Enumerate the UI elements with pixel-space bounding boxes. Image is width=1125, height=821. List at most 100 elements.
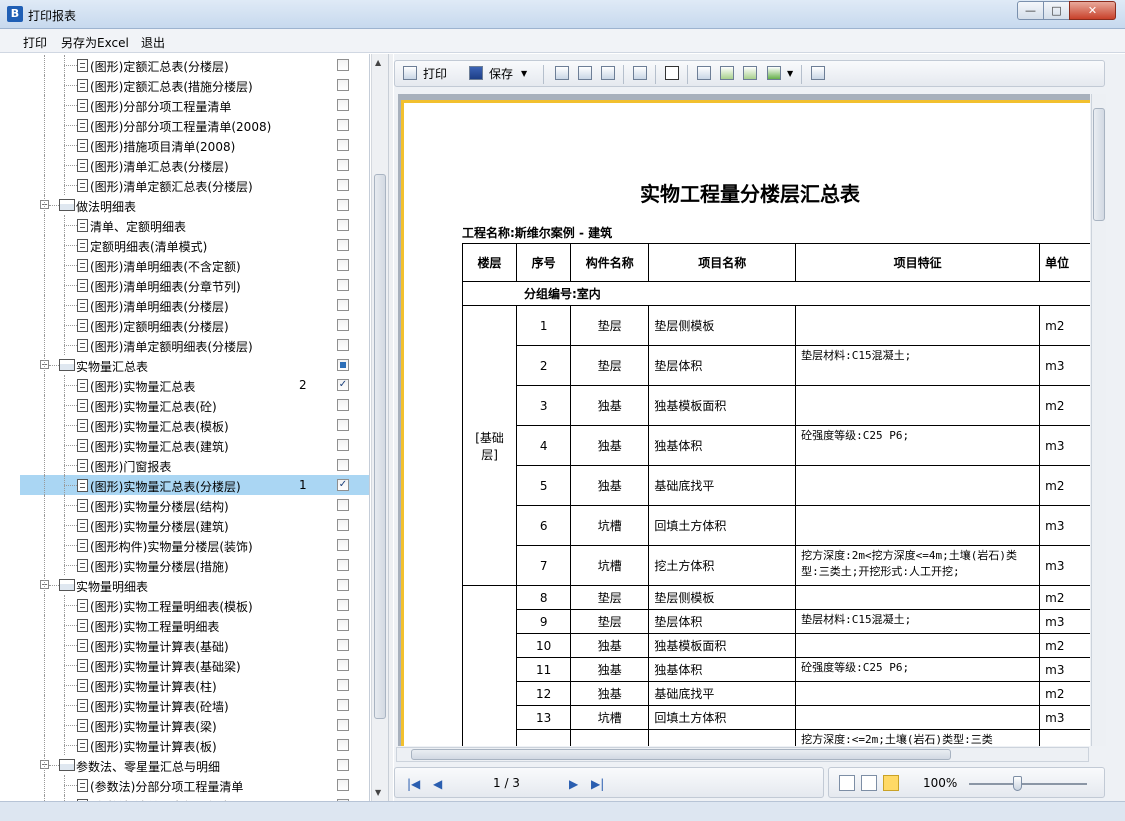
tree-item[interactable]: (图形)实物量计算表(基础) (20, 635, 369, 655)
single-page-icon[interactable] (697, 66, 711, 80)
printer-icon[interactable] (403, 66, 417, 80)
checkbox[interactable] (337, 339, 349, 351)
tree-item[interactable]: (图形)实物量分楼层(建筑) (20, 515, 369, 535)
checkbox[interactable]: ✓ (337, 479, 349, 491)
tree-item[interactable]: (图形)定额汇总表(分楼层) (20, 55, 369, 75)
tree-item[interactable]: (图形)实物量计算表(板) (20, 735, 369, 755)
checkbox[interactable] (337, 699, 349, 711)
checkbox[interactable] (337, 419, 349, 431)
checkbox[interactable] (337, 239, 349, 251)
checkbox[interactable] (337, 399, 349, 411)
minimize-button[interactable]: — (1017, 1, 1044, 20)
checkbox[interactable] (337, 659, 349, 671)
checkbox[interactable] (337, 159, 349, 171)
tree-item[interactable]: (图形)清单汇总表(分楼层) (20, 155, 369, 175)
continuous-view-icon[interactable] (861, 775, 877, 791)
tree-item[interactable]: (图形)实物量汇总表 2 ✓ (20, 375, 369, 395)
tree-item[interactable]: (图形)清单明细表(分楼层) (20, 295, 369, 315)
preview-hscrollbar[interactable] (396, 747, 1089, 762)
checkbox[interactable] (337, 599, 349, 611)
checkbox[interactable] (337, 359, 349, 371)
checkbox[interactable] (337, 299, 349, 311)
checkbox[interactable] (337, 519, 349, 531)
outline-icon[interactable] (633, 66, 647, 80)
checkbox[interactable] (337, 719, 349, 731)
tree-item[interactable]: (图形)实物量分楼层(结构) (20, 495, 369, 515)
checkbox[interactable] (337, 639, 349, 651)
checkbox[interactable] (337, 779, 349, 791)
menu-print[interactable]: 打印 (23, 34, 47, 51)
tree-group[interactable]: − 实物量明细表 (20, 575, 369, 595)
checkbox[interactable] (337, 559, 349, 571)
zoom-slider[interactable] (969, 783, 1087, 785)
tree-item[interactable]: (图形)清单明细表(不含定额) (20, 255, 369, 275)
checkbox[interactable] (337, 219, 349, 231)
preview-vscroll-thumb[interactable] (1093, 108, 1105, 221)
checkbox[interactable] (337, 579, 349, 591)
tree-item[interactable]: (图形)实物量计算表(梁) (20, 715, 369, 735)
save-icon[interactable] (469, 66, 483, 80)
tree-item[interactable]: (图形)分部分项工程量清单(2008) (20, 115, 369, 135)
tree-item[interactable]: (参数法)分部分项工程量清单 (20, 775, 369, 795)
tree-item[interactable]: (图形)分部分项工程量清单 (20, 95, 369, 115)
tree-item[interactable]: (图形)实物量计算表(砼墙) (20, 695, 369, 715)
checkbox[interactable] (337, 59, 349, 71)
tree-scrollbar[interactable]: ▲ ▼ (371, 54, 388, 801)
tree-item[interactable]: (图形)实物量汇总表(砼) (20, 395, 369, 415)
menu-save-excel[interactable]: 另存为Excel (61, 34, 129, 51)
facing-view-icon[interactable] (883, 775, 899, 791)
tree-item[interactable]: (图形)实物量分楼层(措施) (20, 555, 369, 575)
tree-item[interactable]: 定额明细表(清单模式) (20, 235, 369, 255)
next-page-icon[interactable]: ▶ (569, 777, 578, 791)
delete-page-icon[interactable] (578, 66, 592, 80)
last-page-icon[interactable]: ▶| (591, 777, 604, 791)
single-view-icon[interactable] (839, 775, 855, 791)
checkbox[interactable] (337, 459, 349, 471)
tree-scroll-thumb[interactable] (374, 174, 386, 719)
tree-group[interactable]: − 参数法、零星量汇总与明细 (20, 755, 369, 775)
checkbox[interactable] (337, 619, 349, 631)
export-icon[interactable] (811, 66, 825, 80)
print-button[interactable]: 打印 (423, 65, 447, 83)
checkbox[interactable] (337, 259, 349, 271)
zoom-slider-thumb[interactable] (1013, 776, 1022, 791)
find-icon[interactable] (665, 66, 679, 80)
checkbox[interactable] (337, 499, 349, 511)
preview-vscrollbar[interactable] (1091, 94, 1106, 746)
tree-item[interactable]: (图形)实物量汇总表(分楼层) 1 ✓ (20, 475, 369, 495)
tree-item[interactable]: (图形)清单定额汇总表(分楼层) (20, 175, 369, 195)
maximize-button[interactable]: □ (1043, 1, 1070, 20)
tree-item[interactable]: (图形)定额汇总表(措施分楼层) (20, 75, 369, 95)
tree-item[interactable]: (图形)门窗报表 (20, 455, 369, 475)
checkbox[interactable] (337, 439, 349, 451)
preview-hscroll-thumb[interactable] (411, 749, 951, 760)
checkbox[interactable] (337, 99, 349, 111)
multi-page-dropdown-icon[interactable]: ▼ (787, 65, 793, 83)
checkbox[interactable] (337, 199, 349, 211)
checkbox[interactable]: ✓ (337, 379, 349, 391)
checkbox[interactable] (337, 739, 349, 751)
save-dropdown-icon[interactable]: ▼ (521, 65, 527, 83)
page-viewport[interactable]: 实物工程量分楼层汇总表 工程名称:斯维尔案例 - 建筑 楼层 序号 构件名称 项… (398, 94, 1090, 746)
tree-item[interactable]: 清单、定额明细表 (20, 215, 369, 235)
prev-page-icon[interactable]: ◀ (433, 777, 442, 791)
checkbox[interactable] (337, 679, 349, 691)
scroll-down-icon[interactable]: ▼ (375, 788, 381, 797)
checkbox[interactable] (337, 179, 349, 191)
tree-item[interactable]: (图形)实物量计算表(柱) (20, 675, 369, 695)
scroll-up-icon[interactable]: ▲ (375, 58, 381, 67)
page-setup-icon[interactable] (555, 66, 569, 80)
checkbox[interactable] (337, 759, 349, 771)
checkbox[interactable] (337, 79, 349, 91)
menu-exit[interactable]: 退出 (141, 34, 165, 51)
checkbox[interactable] (337, 319, 349, 331)
checkbox[interactable] (337, 119, 349, 131)
panel-splitter[interactable] (388, 54, 393, 801)
tree-item[interactable]: (图形)定额明细表(分楼层) (20, 315, 369, 335)
checkbox[interactable] (337, 539, 349, 551)
save-button[interactable]: 保存 (489, 65, 513, 83)
two-page-icon[interactable] (720, 66, 734, 80)
tree-item[interactable]: (图形)清单明细表(分章节列) (20, 275, 369, 295)
tree-item[interactable]: (图形)实物工程量明细表(模板) (20, 595, 369, 615)
tree-group[interactable]: − 做法明细表 (20, 195, 369, 215)
